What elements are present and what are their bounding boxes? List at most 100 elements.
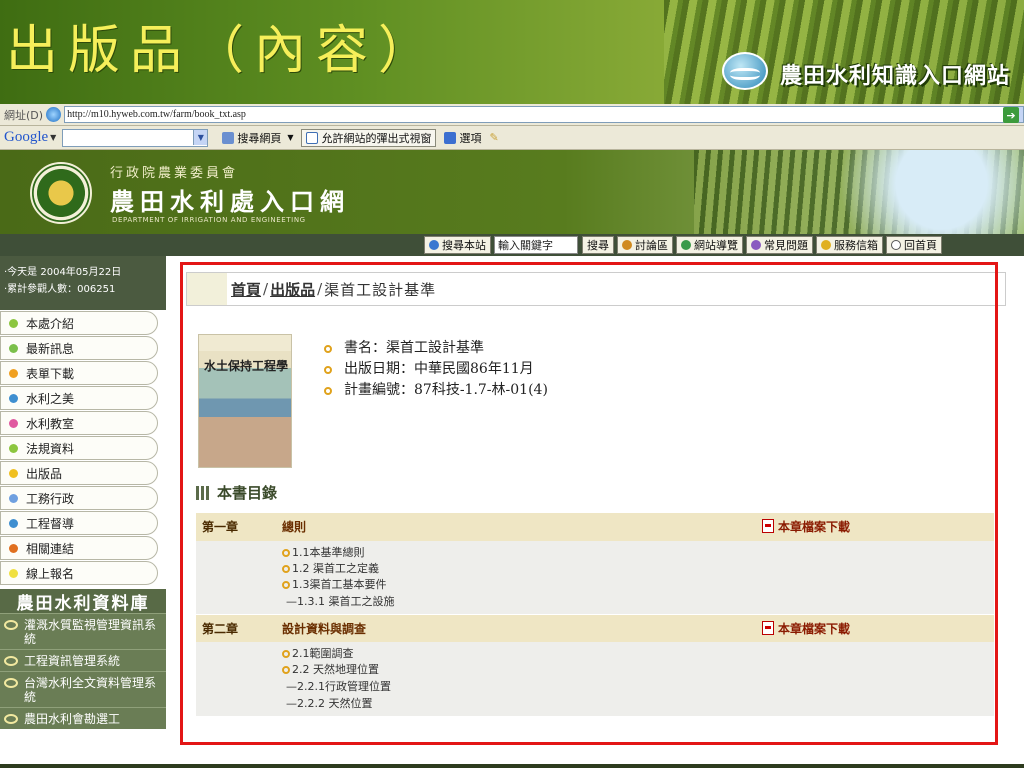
go-arrow-icon[interactable]: ➔: [1003, 107, 1019, 123]
search-submit-button[interactable]: 搜尋: [582, 236, 614, 254]
allow-popups-button[interactable]: 允許網站的彈出式視窗: [301, 128, 437, 147]
brand-name: 農田水利知識入口網站: [780, 64, 1011, 89]
section-link[interactable]: 1.2 渠首工之定義: [276, 561, 994, 577]
url-input[interactable]: http://m10.hyweb.com.tw/farm/book_txt.as…: [64, 106, 1024, 123]
chapter-download-link[interactable]: 本章檔案下載: [756, 512, 994, 541]
google-search-dropdown-icon[interactable]: ▼: [193, 129, 208, 145]
search-icon: [429, 240, 439, 250]
sidebar-item-news[interactable]: 最新訊息: [0, 336, 158, 360]
breadcrumb-separator: /: [263, 280, 269, 298]
nav-mailbox[interactable]: 服務信箱: [816, 236, 883, 254]
eye-icon: [4, 714, 18, 724]
address-label: 網址(D): [4, 108, 44, 122]
section-list: 1.1本基準總則 1.2 渠首工之定義 1.3渠首工基本要件 —1.3.1 渠首…: [276, 540, 994, 614]
search-site-button[interactable]: 搜尋本站: [424, 236, 491, 254]
bullet-ring-icon: [282, 650, 290, 658]
sidebar-item-about[interactable]: 本處介紹: [0, 311, 158, 335]
chapter-title: 設計資料與調查: [276, 613, 756, 642]
bullet-icon: [9, 443, 18, 453]
bullet-icon: [9, 418, 18, 428]
keyword-input[interactable]: 輸入關鍵字: [494, 236, 578, 254]
book-date: 出版日期：中華民國86年11月: [344, 361, 534, 377]
highlighter-icon[interactable]: ✎: [489, 131, 498, 144]
sidebar-item-beauty[interactable]: 水利之美: [0, 386, 158, 410]
department-english-name: DEPARTMENT OF IRRIGATION AND ENGINEETING: [112, 216, 306, 224]
search-web-label: 搜尋網頁: [237, 131, 282, 145]
breadcrumb-current: 渠首工設計基準: [324, 280, 437, 299]
sidebar-item-publications[interactable]: 出版品: [0, 461, 158, 485]
ie-page-icon: [46, 107, 62, 122]
nav-faq[interactable]: 常見問題: [746, 236, 813, 254]
sidebar-item-supervision[interactable]: 工程督導: [0, 511, 158, 535]
db-item-label: 農田水利會勘選工: [24, 712, 121, 726]
slide-header: 出版品（內容） 農田水利知識入口網站: [0, 0, 1024, 104]
chapter-row: 第一章 總則 本章檔案下載: [196, 512, 994, 541]
sidebar-item-classroom[interactable]: 水利教室: [0, 411, 158, 435]
download-label: 本章檔案下載: [778, 520, 851, 535]
book-plan-number: 計畫編號：87科技-1.7-林-01(4): [344, 382, 548, 398]
sidebar-item-signup[interactable]: 線上報名: [0, 561, 158, 585]
toc-heading-label: 本書目錄: [217, 484, 278, 502]
search-web-button[interactable]: 搜尋網頁 ▼: [218, 129, 297, 147]
section-link[interactable]: 1.3渠首工基本要件: [276, 577, 994, 593]
breadcrumb-home-link[interactable]: 首頁: [231, 279, 261, 300]
nav-home[interactable]: 回首頁: [886, 236, 942, 254]
db-item-water-quality[interactable]: 灌溉水質監視管理資訊系統: [0, 613, 166, 649]
council-seal-logo[interactable]: [30, 162, 92, 224]
popup-window-icon: [306, 131, 319, 144]
section-link[interactable]: 2.2 天然地理位置: [276, 662, 994, 678]
search-web-chevron-down-icon[interactable]: ▼: [287, 133, 293, 142]
sidebar-item-label: 工程督導: [26, 516, 75, 531]
site-info: ‧今天是 2004年05月22日 ‧累計參觀人數：006251: [0, 256, 166, 310]
subsection-link[interactable]: —2.2.1行政管理位置: [276, 678, 994, 695]
google-search-input[interactable]: ▼: [62, 128, 209, 147]
bullet-icon: [9, 343, 18, 353]
sections-row: 1.1本基準總則 1.2 渠首工之定義 1.3渠首工基本要件 —1.3.1 渠首…: [196, 540, 994, 614]
book-name-row: 書名：渠首工設計基準: [324, 338, 548, 359]
sidebar-item-label: 法規資料: [26, 441, 75, 456]
nav-faq-label: 常見問題: [764, 239, 808, 252]
sidebar-item-admin[interactable]: 工務行政: [0, 486, 158, 510]
chapter-download-link[interactable]: 本章檔案下載: [756, 613, 994, 642]
sidebar-item-links[interactable]: 相關連結: [0, 536, 158, 560]
search-site-label: 搜尋本站: [442, 239, 486, 252]
url-text: http://m10.hyweb.com.tw/farm/book_txt.as…: [67, 109, 246, 120]
section-link[interactable]: 1.1本基準總則: [276, 545, 994, 561]
bullet-ring-icon: [324, 386, 332, 395]
sidebar-item-regulations[interactable]: 法規資料: [0, 436, 158, 460]
nav-forum[interactable]: 討論區: [617, 236, 673, 254]
db-item-survey[interactable]: 農田水利會勘選工: [0, 707, 166, 729]
sidebar-item-label: 最新訊息: [26, 341, 75, 356]
subsection-link[interactable]: —1.3.1 渠首工之設施: [276, 593, 994, 610]
bullet-icon: [9, 468, 18, 478]
section-list: 2.1範圍調查 2.2 天然地理位置 —2.2.1行政管理位置 —2.2.2 天…: [276, 642, 994, 716]
nav-sitemap[interactable]: 網站導覽: [676, 236, 743, 254]
breadcrumb-publications-link[interactable]: 出版品: [270, 279, 315, 300]
google-logo[interactable]: Google: [4, 129, 48, 146]
binoculars-icon: [222, 131, 235, 144]
bullet-ring-icon: [324, 365, 332, 374]
chapter-number: 第一章: [196, 512, 276, 541]
banner-scenery: [694, 150, 1024, 234]
book-details: 書名：渠首工設計基準 出版日期：中華民國86年11月 計畫編號：87科技-1.7…: [324, 338, 548, 401]
chapter-title: 總則: [276, 512, 756, 541]
sidebar-item-forms[interactable]: 表單下載: [0, 361, 158, 385]
eye-icon: [4, 620, 18, 630]
sidebar-item-label: 表單下載: [26, 366, 75, 381]
toc-heading: 本書目錄: [196, 482, 277, 503]
bullet-icon: [9, 543, 18, 553]
options-icon: [444, 131, 457, 144]
subsection-link[interactable]: —2.2.2 天然位置: [276, 695, 994, 712]
bullet-ring-icon: [282, 666, 290, 674]
google-menu-chevron-down-icon[interactable]: ▼: [50, 133, 56, 142]
database-section-title: 農田水利資料庫: [0, 589, 166, 614]
sidebar: ‧今天是 2004年05月22日 ‧累計參觀人數：006251 本處介紹 最新訊…: [0, 256, 166, 766]
sidebar-item-label: 水利之美: [26, 391, 75, 406]
db-item-label: 工程資訊管理系統: [24, 654, 121, 668]
options-button[interactable]: 選項 ✎: [440, 129, 502, 147]
db-item-engineering[interactable]: 工程資訊管理系統: [0, 649, 166, 671]
section-link[interactable]: 2.1範圍調查: [276, 646, 994, 662]
db-item-fulltext[interactable]: 台灣水利全文資料管理系統: [0, 671, 166, 707]
bullet-ring-icon: [282, 548, 290, 557]
chapter-row: 第二章 設計資料與調查 本章檔案下載: [196, 613, 994, 642]
